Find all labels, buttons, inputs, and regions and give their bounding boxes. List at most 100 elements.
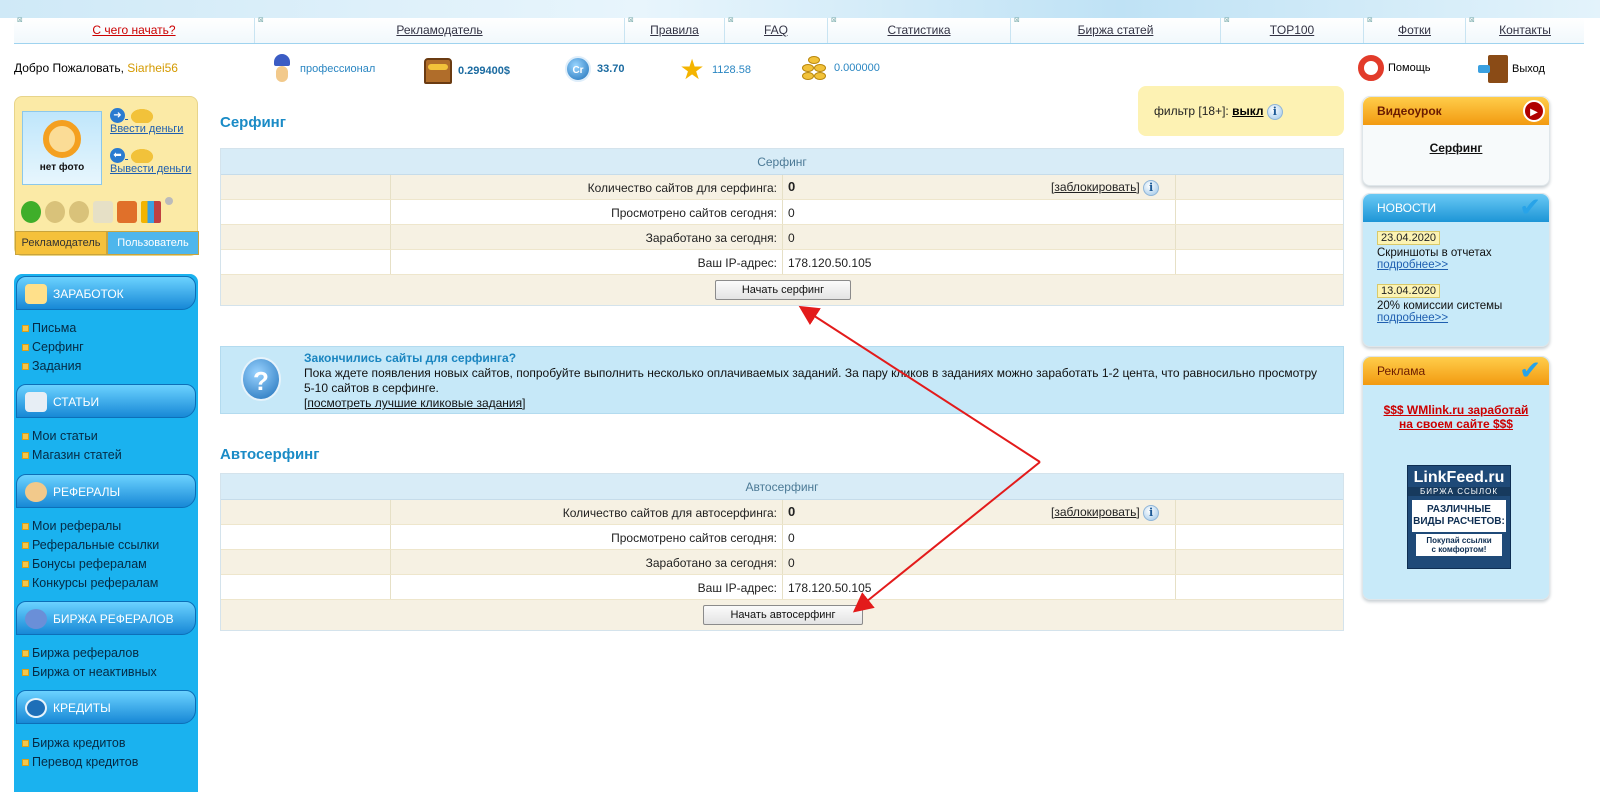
sidebar-item-tasks[interactable]: Задания	[22, 357, 81, 375]
nav-top100[interactable]: ⊠ TOP100	[1220, 17, 1363, 43]
sidebar-item-my-referrals[interactable]: Мои рефералы	[22, 517, 121, 535]
button-row: Начать серфинг	[221, 275, 1343, 305]
sidebar-item-label[interactable]: Биржа от неактивных	[32, 665, 157, 679]
nav-contacts-link[interactable]: Контакты	[1499, 23, 1551, 37]
nav-rules-link[interactable]: Правила	[650, 23, 699, 37]
sidebar-item-referral-exchange[interactable]: Биржа рефералов	[22, 644, 139, 662]
sidebar-item-label[interactable]: Мои статьи	[32, 429, 98, 443]
ads-box: Реклама ✔ $$$ WMlink.ru заработай на свое…	[1362, 355, 1550, 600]
sidebar-item-letters[interactable]: Письма	[22, 319, 76, 337]
status-badge-icon[interactable]	[21, 201, 41, 223]
help-button[interactable]: Помощь	[1358, 55, 1431, 81]
menu-section-referrals[interactable]: РЕФЕРАЛЫ	[16, 474, 196, 508]
info-icon[interactable]: i	[1143, 180, 1160, 196]
nav-start-link[interactable]: С чего начать?	[92, 23, 175, 37]
sidebar-item-credit-exchange[interactable]: Биржа кредитов	[22, 734, 125, 752]
nav-photos-link[interactable]: Фотки	[1398, 23, 1431, 37]
sidebar-item-referral-bonuses[interactable]: Бонусы рефералам	[22, 555, 147, 573]
sidebar-item-article-shop[interactable]: Магазин статей	[22, 446, 122, 464]
block-link[interactable]: заблокировать	[1054, 505, 1136, 519]
menu-section-referral-exchange[interactable]: БИРЖА РЕФЕРАЛОВ	[16, 601, 196, 635]
sidebar-item-label[interactable]: Реферальные ссылки	[32, 538, 159, 552]
linkfeed-banner[interactable]: LinkFeed.ru БИРЖА ССЫЛОК РАЗЛИЧНЫЕ ВИДЫ Р…	[1407, 465, 1511, 569]
nav-contacts[interactable]: ⊠ Контакты	[1465, 17, 1584, 43]
nav-stats-link[interactable]: Статистика	[887, 23, 950, 37]
notepad-icon[interactable]	[93, 201, 113, 223]
nav-advertiser-link[interactable]: Рекламодатель	[396, 23, 482, 37]
table-row: Количество сайтов для автосерфинга: 0 [з…	[221, 500, 1343, 525]
start-surfing-button[interactable]: Начать серфинг	[715, 280, 851, 300]
play-icon[interactable]: ▶	[1523, 100, 1545, 122]
nav-faq-link[interactable]: FAQ	[764, 23, 788, 37]
sidebar-item-label[interactable]: Мои рефералы	[32, 519, 121, 533]
sidebar-item-inactive-exchange[interactable]: Биржа от неактивных	[22, 663, 157, 681]
block-link[interactable]: заблокировать	[1054, 180, 1136, 194]
chart-icon[interactable]	[141, 201, 161, 223]
checkmark-icon: ✔	[1519, 192, 1541, 222]
video-lesson-link[interactable]: Серфинг	[1430, 141, 1483, 155]
withdraw-link[interactable]: ⬅ Вывести деньги	[110, 147, 191, 175]
sidebar-item-label[interactable]: Биржа кредитов	[32, 736, 125, 750]
role-tabs: Рекламодатель Пользователь	[15, 231, 199, 255]
username[interactable]: Siarhei56	[127, 61, 178, 75]
menu-section-earnings[interactable]: ЗАРАБОТОК	[16, 276, 196, 310]
sidebar-item-surfing[interactable]: Серфинг	[22, 338, 84, 356]
info-icon[interactable]: i	[1266, 104, 1283, 120]
start-autosurfing-button[interactable]: Начать автосерфинг	[703, 605, 863, 625]
sidebar-item-label[interactable]: Перевод кредитов	[32, 755, 138, 769]
rank-stat: профессионал	[270, 54, 375, 84]
ad-link-line1[interactable]: $$$ WMlink.ru заработай	[1363, 403, 1549, 417]
sidebar-item-label[interactable]: Письма	[32, 321, 76, 335]
sidebar-item-label[interactable]: Задания	[32, 359, 81, 373]
medal-icon[interactable]	[45, 201, 65, 223]
sidebar-item-label[interactable]: Магазин статей	[32, 448, 122, 462]
info-icon[interactable]: i	[1143, 505, 1160, 521]
ip-value: 178.120.50.105	[788, 581, 872, 595]
nav-rules[interactable]: ⊠ Правила	[624, 17, 724, 43]
sidebar-item-referral-links[interactable]: Реферальные ссылки	[22, 536, 159, 554]
sites-count-label: Количество сайтов для серфинга:	[587, 181, 777, 195]
nav-articles-exchange-link[interactable]: Биржа статей	[1078, 23, 1154, 37]
nav-stats[interactable]: ⊠ Статистика	[827, 17, 1010, 43]
news-more-link[interactable]: подробнее>>	[1377, 312, 1549, 324]
sidebar-item-label[interactable]: Бонусы рефералам	[32, 557, 147, 571]
no-photo-label: нет фото	[39, 162, 85, 173]
nav-faq[interactable]: ⊠ FAQ	[724, 17, 827, 43]
exit-button[interactable]: Выход	[1478, 55, 1545, 83]
bricks-icon[interactable]	[117, 201, 137, 223]
nav-advertiser[interactable]: ⊠ Рекламодатель	[254, 17, 624, 43]
menu-section-credits[interactable]: КРЕДИТЫ	[16, 690, 196, 724]
nav-start[interactable]: ⊠ С чего начать?	[14, 17, 254, 43]
bullet-icon	[22, 669, 29, 677]
arrow-right-icon: ➜	[110, 107, 125, 123]
sidebar-item-label[interactable]: Биржа рефералов	[32, 646, 139, 660]
welcome-label: Добро Пожаловать,	[14, 61, 124, 75]
sidebar-item-my-articles[interactable]: Мои статьи	[22, 427, 98, 445]
sidebar-item-label[interactable]: Серфинг	[32, 340, 84, 354]
best-tasks-link[interactable]: посмотреть лучшие кликовые задания	[307, 396, 522, 410]
deposit-label[interactable]: Ввести деньги	[110, 123, 183, 135]
news-text: 20% комиссии системы	[1377, 300, 1503, 312]
sidebar-item-label[interactable]: Конкурсы рефералам	[32, 576, 158, 590]
deposit-link[interactable]: ➜ Ввести деньги	[110, 107, 183, 135]
nav-photos[interactable]: ⊠ Фотки	[1363, 17, 1465, 43]
tab-user[interactable]: Пользователь	[107, 231, 199, 255]
withdraw-label[interactable]: Вывести деньги	[110, 163, 191, 175]
menu-section-articles[interactable]: СТАТЬИ	[16, 384, 196, 418]
block-control: [заблокировать] i	[1051, 505, 1160, 521]
filter-toggle[interactable]: выкл	[1232, 104, 1263, 118]
sidebar-item-credit-transfer[interactable]: Перевод кредитов	[22, 753, 138, 771]
surfing-ended-notice: ? Закончились сайты для серфинга? Пока ж…	[220, 346, 1344, 414]
ad-link-line2[interactable]: на своем сайте $$$	[1363, 417, 1549, 431]
bullet-icon	[22, 542, 29, 550]
sidebar-item-referral-contests[interactable]: Конкурсы рефералам	[22, 574, 158, 592]
ip-value: 178.120.50.105	[788, 256, 872, 270]
news-more-link[interactable]: подробнее>>	[1377, 259, 1549, 271]
table-row: Ваш IP-адрес: 178.120.50.105	[221, 575, 1343, 600]
avatar[interactable]: нет фото	[22, 111, 102, 185]
nav-articles-exchange[interactable]: ⊠ Биржа статей	[1010, 17, 1220, 43]
ad-text-link[interactable]: $$$ WMlink.ru заработай на своем сайте $…	[1363, 403, 1549, 431]
nav-top100-link[interactable]: TOP100	[1270, 23, 1314, 37]
medal-icon[interactable]	[69, 201, 89, 223]
tab-advertiser[interactable]: Рекламодатель	[15, 231, 107, 255]
